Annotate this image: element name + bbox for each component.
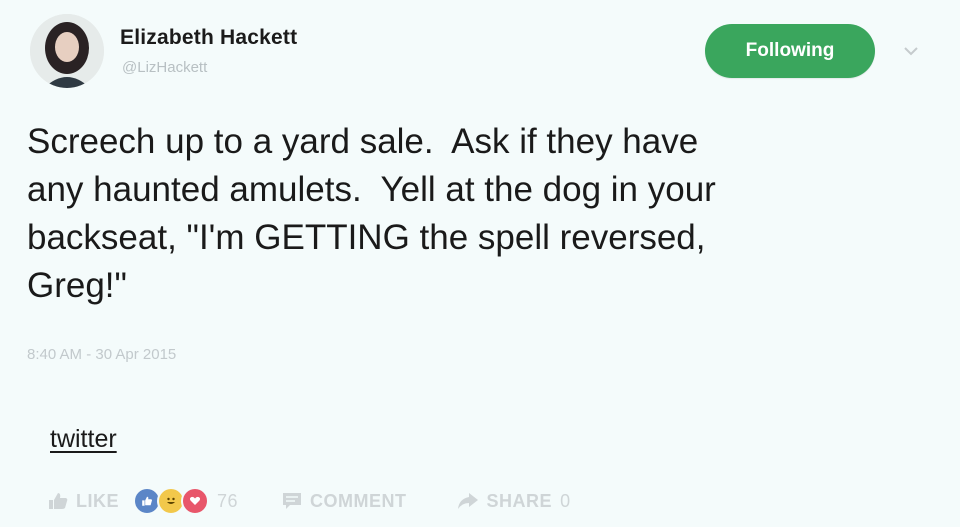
- share-count: 0: [560, 490, 571, 511]
- like-label: LIKE: [76, 490, 120, 511]
- like-button[interactable]: LIKE: [48, 491, 119, 512]
- love-reaction-icon: [181, 487, 210, 515]
- reactions[interactable]: 76: [133, 487, 239, 515]
- tweet-card: Elizabeth Hackett @LizHackett Following …: [0, 0, 960, 527]
- author-handle[interactable]: @LizHackett: [122, 59, 207, 76]
- following-button[interactable]: Following: [705, 24, 875, 78]
- reaction-count: 76: [217, 490, 239, 511]
- tweet-timestamp[interactable]: 8:40 AM - 30 Apr 2015: [27, 346, 176, 363]
- source-link[interactable]: twitter: [50, 425, 117, 454]
- comment-label: COMMENT: [310, 490, 407, 511]
- tweet-text: Screech up to a yard sale. Ask if they h…: [27, 122, 716, 305]
- author-name[interactable]: Elizabeth Hackett: [120, 26, 297, 50]
- comment-icon: [282, 492, 302, 510]
- comment-button[interactable]: COMMENT: [282, 491, 407, 512]
- avatar[interactable]: [30, 14, 104, 88]
- share-button[interactable]: SHARE 0: [457, 491, 571, 512]
- chevron-down-icon[interactable]: [898, 38, 924, 64]
- share-icon: [457, 492, 479, 510]
- action-bar: LIKE 76 COMMENT SHARE 0: [48, 485, 571, 517]
- share-label: SHARE: [486, 490, 553, 511]
- thumbs-up-icon: [48, 492, 68, 510]
